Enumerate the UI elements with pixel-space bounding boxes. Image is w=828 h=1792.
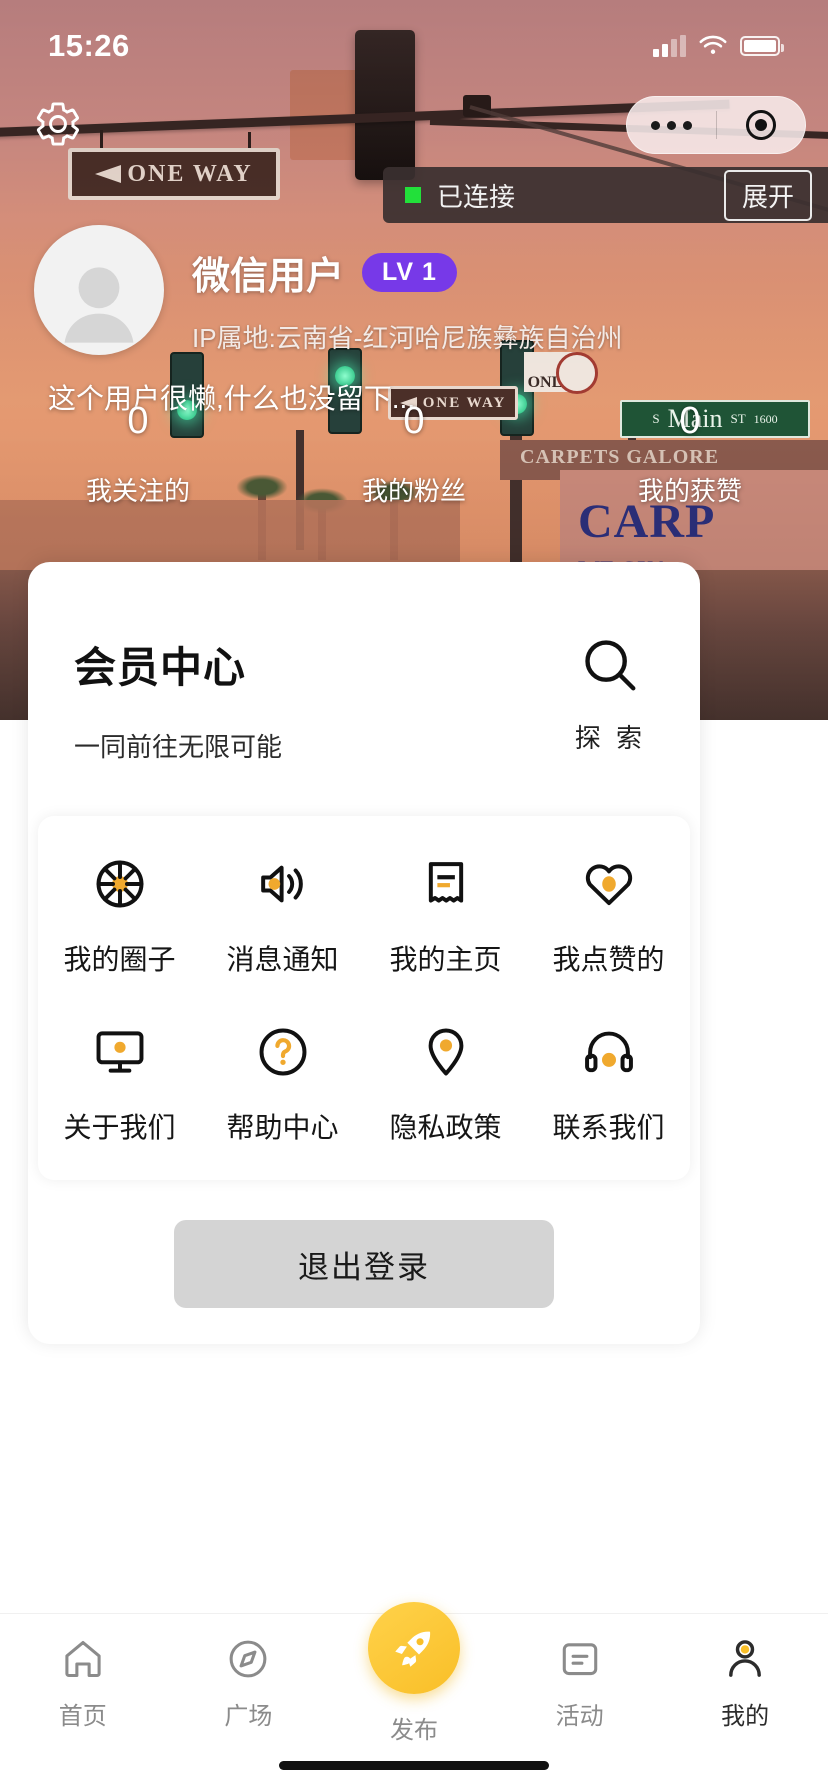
decor-mast-arm xyxy=(0,99,730,137)
logout-button[interactable]: 退出登录 xyxy=(174,1220,554,1308)
ip-location: IP属地:云南省-红河哈尼族彝族自治州 xyxy=(192,323,623,353)
tab-label: 我的 xyxy=(721,1703,770,1730)
tab-home[interactable]: 首页 xyxy=(0,1636,166,1731)
grid-item-contact-us[interactable]: 联系我们 xyxy=(527,1024,690,1146)
headset-icon xyxy=(584,1031,633,1073)
settings-button[interactable] xyxy=(30,96,86,152)
grid-item-label: 联系我们 xyxy=(552,1112,665,1143)
heart-icon xyxy=(585,864,632,906)
feature-grid: 我的圈子 消息通知 我的主页 我点赞的 关于我们 帮助中心 隐私政策 联系我们 xyxy=(38,816,690,1180)
grid-item-label: 我的圈子 xyxy=(63,944,176,975)
stat-label: 我关注的 xyxy=(85,476,190,506)
more-dots-icon[interactable] xyxy=(627,120,716,130)
feature-grid-row: 关于我们 帮助中心 隐私政策 联系我们 xyxy=(38,1024,690,1146)
grid-item-label: 我的主页 xyxy=(389,944,502,975)
stat-fans[interactable]: 0 我的粉丝 xyxy=(276,400,552,508)
tab-label: 发布 xyxy=(389,1717,438,1744)
decor-sign-hanger xyxy=(248,132,251,154)
publish-fab[interactable] xyxy=(367,1602,460,1694)
expand-button[interactable]: 展开 xyxy=(723,169,812,221)
decor-palm-tree xyxy=(296,488,348,560)
stat-likes[interactable]: 0 我的获赞 xyxy=(552,400,828,508)
stat-value: 0 xyxy=(679,400,701,442)
content-sheet: 会员中心 一同前往无限可能 探 索 我的圈子 消息通知 我的主页 我点赞的 关于… xyxy=(28,562,700,1344)
location-pin-icon xyxy=(428,1028,463,1076)
grid-item-label: 关于我们 xyxy=(63,1112,176,1143)
status-bar: 15:26 xyxy=(0,0,828,92)
person-icon xyxy=(729,1640,762,1677)
username: 微信用户 xyxy=(192,256,345,298)
level-badge: LV 1 xyxy=(362,253,457,292)
profile-info: 微信用户 LV 1 IP属地:云南省-红河哈尼族彝族自治州 xyxy=(192,225,622,355)
home-icon xyxy=(65,1640,101,1678)
grid-item-my-likes[interactable]: 我点赞的 xyxy=(527,856,690,978)
decor-signal-small xyxy=(463,95,491,117)
stat-value: 0 xyxy=(403,400,425,442)
gear-icon xyxy=(36,102,79,146)
tab-activity[interactable]: 活动 xyxy=(497,1636,663,1731)
miniprogram-capsule[interactable] xyxy=(626,96,806,154)
target-circle-icon[interactable] xyxy=(717,110,806,140)
calendar-icon xyxy=(562,1643,597,1676)
left-arrow-icon xyxy=(95,165,122,183)
default-avatar-icon xyxy=(64,267,134,343)
stat-label: 我的获赞 xyxy=(637,476,742,506)
decor-sign-hanger xyxy=(100,130,103,152)
connection-status-dot xyxy=(405,187,421,203)
home-indicator xyxy=(279,1761,549,1770)
question-circle-icon xyxy=(259,1028,306,1076)
profile-header: 微信用户 LV 1 IP属地:云南省-红河哈尼族彝族自治州 这个用户很懒,什么也… xyxy=(0,225,828,417)
explore-label: 探 索 xyxy=(574,723,646,753)
wifi-icon xyxy=(699,35,727,54)
stat-label: 我的粉丝 xyxy=(361,476,466,506)
grid-item-about-us[interactable]: 关于我们 xyxy=(38,1024,201,1146)
connection-status-text: 已连接 xyxy=(437,181,516,212)
tab-label: 首页 xyxy=(58,1703,107,1730)
tab-label: 活动 xyxy=(555,1703,604,1730)
tab-label: 广场 xyxy=(224,1703,273,1730)
tab-square[interactable]: 广场 xyxy=(166,1636,332,1731)
aperture-icon xyxy=(96,860,143,908)
cellular-signal-icon xyxy=(653,35,686,57)
feature-grid-row: 我的圈子 消息通知 我的主页 我点赞的 xyxy=(38,856,690,978)
one-way-text: ONE WAY xyxy=(127,160,253,187)
monitor-icon xyxy=(96,1031,143,1073)
profile-stats: 0 我关注的 0 我的粉丝 0 我的获赞 xyxy=(0,400,828,508)
compass-icon xyxy=(229,1640,267,1678)
member-center-title: 会员中心 xyxy=(74,644,247,691)
grid-item-privacy-policy[interactable]: 隐私政策 xyxy=(364,1024,527,1146)
grid-item-label: 帮助中心 xyxy=(226,1112,339,1143)
battery-full-icon xyxy=(740,36,784,56)
street-sign-one-way: ONE WAY xyxy=(68,148,280,200)
tab-publish[interactable]: 发布 xyxy=(331,1602,497,1745)
member-center-subtitle: 一同前往无限可能 xyxy=(74,732,283,762)
profile-top-row: 微信用户 LV 1 IP属地:云南省-红河哈尼族彝族自治州 xyxy=(0,225,828,355)
grid-item-my-homepage[interactable]: 我的主页 xyxy=(364,856,527,978)
stat-value: 0 xyxy=(127,400,149,442)
connection-status-bar: 已连接 展开 xyxy=(383,167,828,223)
member-center-header[interactable]: 会员中心 一同前往无限可能 探 索 xyxy=(28,562,700,816)
stat-following[interactable]: 0 我关注的 xyxy=(0,400,276,508)
grid-item-help-center[interactable]: 帮助中心 xyxy=(201,1024,364,1146)
username-row: 微信用户 LV 1 xyxy=(192,245,622,300)
explore-button[interactable]: 探 索 xyxy=(575,634,654,755)
grid-item-label: 隐私政策 xyxy=(389,1112,502,1143)
grid-item-notifications[interactable]: 消息通知 xyxy=(201,856,364,978)
search-icon xyxy=(585,640,636,691)
grid-item-label: 消息通知 xyxy=(226,944,339,975)
avatar[interactable] xyxy=(34,225,164,355)
rocket-icon xyxy=(395,1631,431,1667)
grid-item-label: 我点赞的 xyxy=(552,944,665,975)
tab-mine[interactable]: 我的 xyxy=(662,1636,828,1731)
status-time: 15:26 xyxy=(48,28,130,63)
grid-item-my-circle[interactable]: 我的圈子 xyxy=(38,856,201,978)
member-center-text: 会员中心 一同前往无限可能 xyxy=(74,634,282,764)
receipt-icon xyxy=(428,862,463,903)
speaker-icon xyxy=(260,865,303,903)
logout-section: 退出登录 xyxy=(28,1180,700,1318)
status-indicators xyxy=(653,35,784,57)
